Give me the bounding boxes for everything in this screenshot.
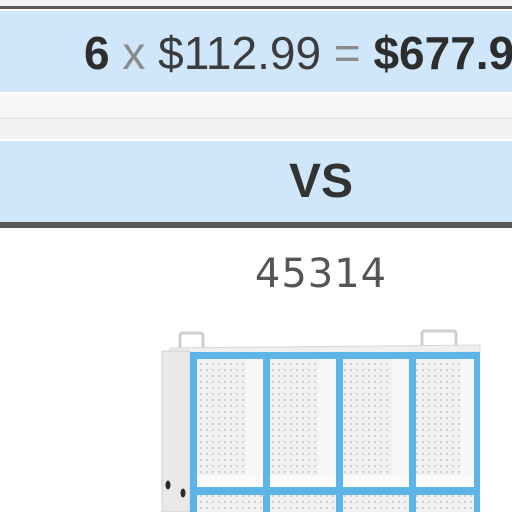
price-calculation: 6 x $112.99 = $677.9 bbox=[84, 28, 512, 78]
separator-band bbox=[0, 94, 512, 116]
bottom-border bbox=[0, 222, 512, 228]
product-image[interactable] bbox=[150, 325, 512, 513]
product-sku: 45314 bbox=[254, 251, 388, 297]
equals-sign: = bbox=[333, 27, 361, 79]
unit-price: $112.99 bbox=[158, 27, 322, 79]
times-sign: x bbox=[122, 27, 146, 79]
vs-label: VS bbox=[288, 155, 354, 208]
comparison-header: 6 x $112.99 = $677.9 VS bbox=[0, 0, 512, 228]
divider bbox=[0, 118, 512, 119]
total-price: $677.9 bbox=[373, 27, 512, 79]
quantity: 6 bbox=[84, 27, 110, 79]
cubby-storage-unit-icon bbox=[161, 329, 481, 513]
